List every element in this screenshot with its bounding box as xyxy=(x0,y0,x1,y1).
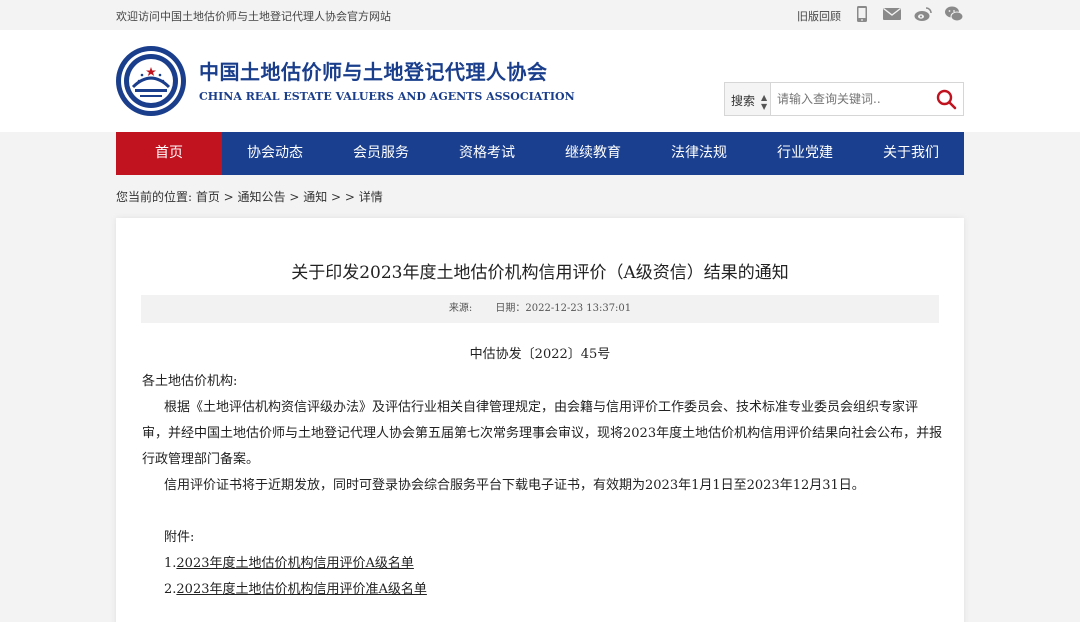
nav-item-about[interactable]: 关于我们 xyxy=(858,132,964,175)
attachment-prefix: 1. xyxy=(164,556,177,571)
site-title-cn: 中国土地估价师与土地登记代理人协会 xyxy=(199,60,548,84)
select-arrows-icon: ▲ ▼ xyxy=(761,93,768,111)
attachment-link[interactable]: 2023年度土地估价机构信用评价准A级名单 xyxy=(176,582,426,597)
mobile-icon[interactable] xyxy=(852,5,872,23)
nav-item-education[interactable]: 继续教育 xyxy=(540,132,646,175)
attachment-item: 1.2023年度土地估价机构信用评价A级名单 xyxy=(164,552,414,571)
site-title-en: CHINA REAL ESTATE VALUERS AND AGENTS ASS… xyxy=(199,90,575,103)
main-nav: 首页 协会动态 会员服务 资格考试 继续教育 法律法规 行业党建 关于我们 xyxy=(116,132,964,175)
paragraph-line: 审，并经中国土地估价师与土地登记代理人协会第五届第七次常务理事会审议，现将202… xyxy=(142,426,943,441)
weibo-icon[interactable] xyxy=(913,5,933,23)
nav-item-member-services[interactable]: 会员服务 xyxy=(328,132,434,175)
search-icon[interactable] xyxy=(935,88,957,110)
nav-item-party[interactable]: 行业党建 xyxy=(752,132,858,175)
document-number: 中估协发〔2022〕45号 xyxy=(469,347,611,362)
old-version-link[interactable]: 旧版回顾 xyxy=(797,8,841,24)
mail-icon[interactable] xyxy=(882,5,902,23)
article-title: 关于印发2023年度土地估价机构信用评价（A级资信）结果的通知 xyxy=(291,263,789,283)
search-input[interactable] xyxy=(777,92,927,106)
paragraph-line: 信用评价证书将于近期发放，同时可登录协会综合服务平台下载电子证书，有效期为202… xyxy=(164,478,865,493)
nav-item-home[interactable]: 首页 xyxy=(116,132,222,175)
top-bar: 欢迎访问中国土地估价师与土地登记代理人协会官方网站 旧版回顾 xyxy=(0,0,1080,30)
paragraph-line: 根据《土地评估机构资信评级办法》及评估行业相关自律管理规定，由会籍与信用评价工作… xyxy=(164,400,919,415)
search-type-select[interactable]: 搜索 ▲ ▼ xyxy=(725,83,771,115)
attachment-prefix: 2. xyxy=(164,582,177,597)
wechat-icon[interactable] xyxy=(944,5,964,23)
nav-item-news[interactable]: 协会动态 xyxy=(222,132,328,175)
article-date: 日期：2022-12-23 13:37:01 xyxy=(495,303,632,314)
breadcrumb[interactable]: 您当前的位置: 首页 > 通知公告 > 通知 > > 详情 xyxy=(116,188,383,205)
salutation: 各土地估价机构: xyxy=(142,374,238,389)
attachment-item: 2.2023年度土地估价机构信用评价准A级名单 xyxy=(164,578,427,597)
article-card: 关于印发2023年度土地估价机构信用评价（A级资信）结果的通知 来源: 日期：2… xyxy=(116,218,964,622)
welcome-text: 欢迎访问中国土地估价师与土地登记代理人协会官方网站 xyxy=(116,10,391,23)
site-header: 中国土地估价师与土地登记代理人协会 CHINA REAL ESTATE VALU… xyxy=(0,30,1080,132)
search-box: 搜索 ▲ ▼ xyxy=(724,82,964,116)
article-source: 来源: xyxy=(448,303,473,314)
attachments-label: 附件: xyxy=(164,530,195,545)
nav-item-laws[interactable]: 法律法规 xyxy=(646,132,752,175)
association-logo[interactable] xyxy=(115,45,187,117)
attachment-link[interactable]: 2023年度土地估价机构信用评价A级名单 xyxy=(176,556,413,571)
article-meta: 来源: 日期：2022-12-23 13:37:01 xyxy=(141,295,939,323)
search-type-label: 搜索 xyxy=(731,94,756,108)
nav-item-exams[interactable]: 资格考试 xyxy=(434,132,540,175)
paragraph-line: 行政管理部门备案。 xyxy=(142,452,260,467)
